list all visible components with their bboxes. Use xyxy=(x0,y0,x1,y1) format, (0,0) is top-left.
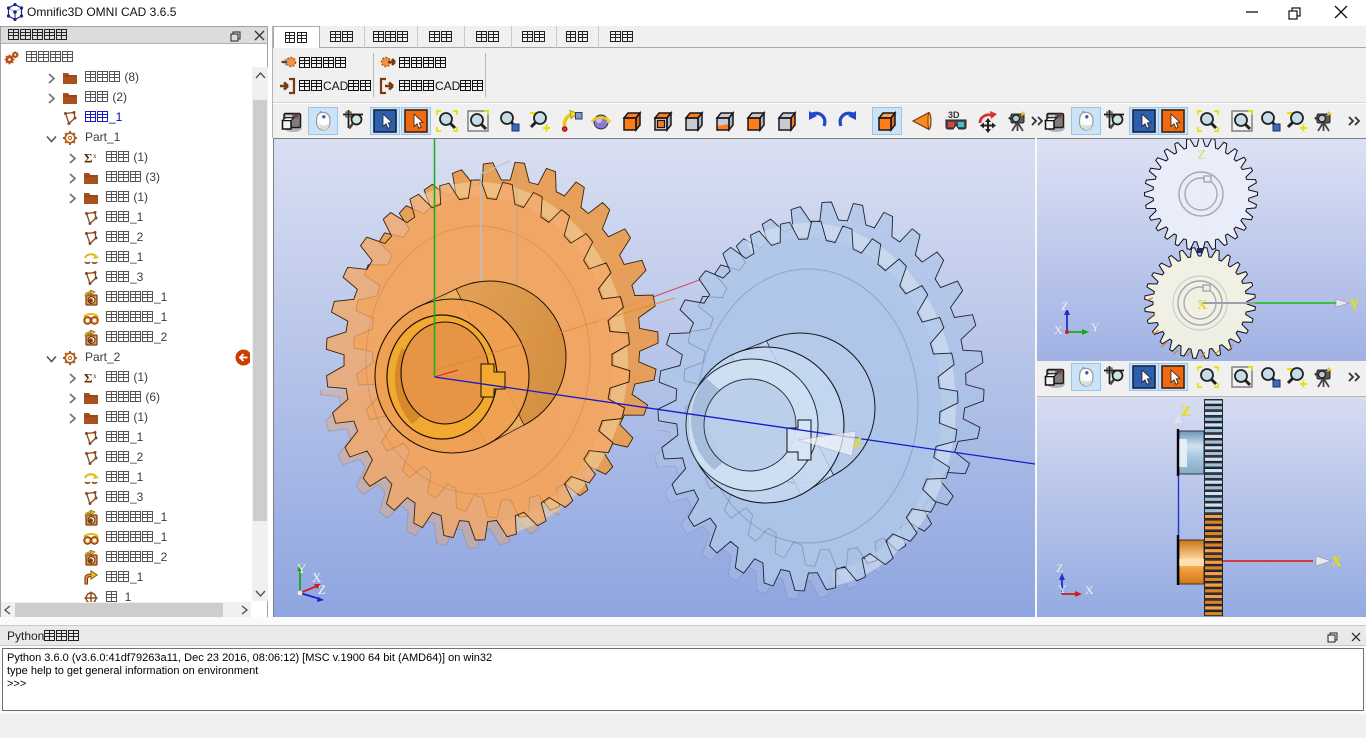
svg-text:X: X xyxy=(1054,323,1063,337)
svg-text:X: X xyxy=(1085,583,1094,597)
svg-text:Z: Z xyxy=(1061,299,1068,313)
svg-text:Z: Z xyxy=(853,436,862,451)
svg-text:Y: Y xyxy=(1349,297,1360,313)
svg-text:Z: Z xyxy=(1056,561,1063,575)
svg-text:Y: Y xyxy=(1091,320,1100,334)
svg-text:Y: Y xyxy=(297,561,307,576)
svg-text:Z: Z xyxy=(1181,404,1191,420)
svg-text:X: X xyxy=(1331,554,1342,570)
svg-text:Z: Z xyxy=(1197,148,1206,163)
svg-text:X: X xyxy=(1197,298,1207,313)
svg-text:Z: Z xyxy=(318,582,326,597)
svg-text:Y: Y xyxy=(1058,582,1067,596)
